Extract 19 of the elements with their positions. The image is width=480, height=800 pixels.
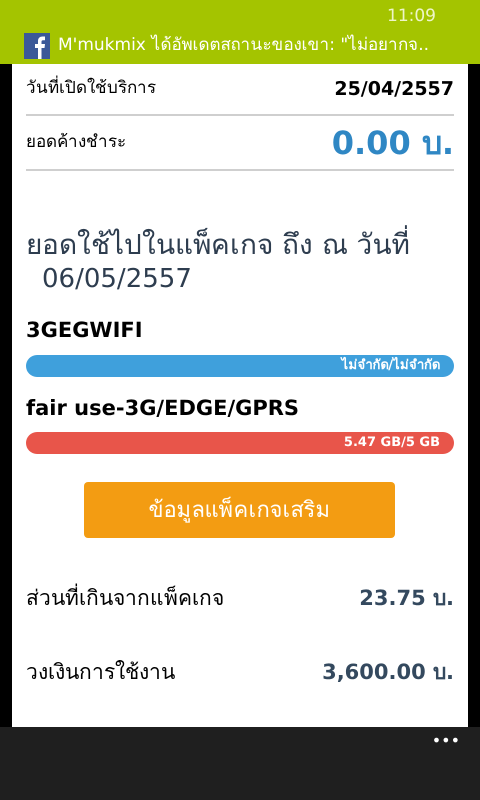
usage-reading: ไม่จำกัด/ไม่จำกัด xyxy=(341,356,440,374)
field-label: ยอดค้างชำระ xyxy=(26,130,126,154)
usage-reading: 5.47 GB/5 GB xyxy=(344,434,440,452)
usage-date: 06/05/2557 xyxy=(42,263,193,295)
total-value: 23.75 บ. xyxy=(359,585,454,612)
total-label: วงเงินการใช้งาน xyxy=(26,659,175,686)
notification-text[interactable]: M'mukmix ได้อัพเดตสถานะของเขา: "ไม่อยากจ.. xyxy=(58,32,430,58)
facebook-icon xyxy=(24,32,50,58)
usage-heading: ยอดใช้ไปในแพ็คเกจ ถึง ณ วันที่ xyxy=(26,227,454,263)
more-button[interactable]: ••• xyxy=(432,731,460,751)
total-value: 3,600.00 บ. xyxy=(322,659,454,686)
clock: 11:09 xyxy=(387,5,436,28)
field-label: วันที่เปิดใช้บริการ xyxy=(26,76,156,102)
field-value: 0.00 บ. xyxy=(332,122,454,164)
package-name: 3GEGWIFI xyxy=(26,317,144,344)
package-name: fair use-3G/EDGE/GPRS xyxy=(26,394,300,422)
package-info-button[interactable]: ข้อมูลแพ็คเกจเสริม xyxy=(84,482,395,538)
total-label: ส่วนที่เกินจากแพ็คเกจ xyxy=(26,583,224,615)
field-value: 25/04/2557 xyxy=(334,76,454,102)
